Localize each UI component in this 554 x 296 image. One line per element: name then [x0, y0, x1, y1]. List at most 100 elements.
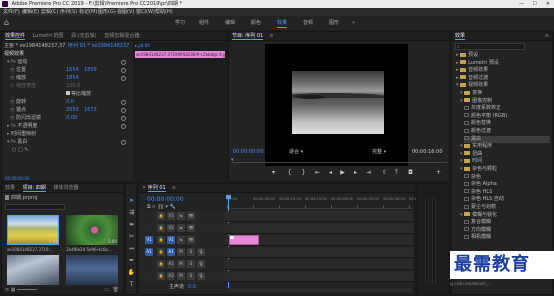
eye-icon[interactable]: 👁 [187, 212, 195, 220]
effects-tree-item[interactable]: ▾ 视频效果 [456, 82, 488, 89]
lock-icon[interactable]: 🔒 [157, 260, 165, 268]
timeline-track[interactable]: 🔒 A1 M S 🎙 A1 [139, 247, 414, 258]
time-remap-row[interactable]: ▸ 时间重映射 [7, 131, 36, 138]
panel-menu-icon[interactable]: ≡ [545, 32, 549, 40]
selection-tool-icon[interactable]: ➤ [127, 196, 136, 205]
menu-item[interactable]: 视图(V) [117, 8, 134, 16]
effects-tree-item[interactable]: 复合模糊 [464, 219, 491, 226]
tab-project[interactable]: 项目: 四期 [22, 185, 46, 192]
mark-out-icon[interactable]: } [299, 168, 308, 177]
solo-button[interactable]: S [187, 272, 195, 280]
new-bin-icon[interactable]: ▭ [104, 287, 109, 294]
track-select-icon[interactable]: ⇶ [127, 208, 136, 217]
effects-tree-item[interactable]: 灰度系数校正 [464, 105, 501, 112]
home-icon[interactable]: ⌂ [4, 18, 9, 27]
panel-menu-icon[interactable]: ≡ [269, 33, 273, 39]
source-patch-toggle[interactable]: A1 [145, 248, 153, 256]
pen-mask-icon[interactable]: ✎ [24, 147, 28, 153]
effects-tree-item[interactable]: ▾ 杂色与颗粒 [460, 166, 497, 173]
mic-icon[interactable]: 🎙 [197, 272, 205, 280]
sequence-tab[interactable]: 序列 01 [147, 185, 166, 192]
minimize-button[interactable]: — [519, 0, 524, 8]
track-name[interactable]: A3 [167, 272, 175, 280]
marker-icon[interactable]: ▾ [165, 204, 168, 210]
lock-icon[interactable]: 🔒 [157, 272, 165, 280]
menu-item[interactable]: 标记(M) [79, 8, 97, 16]
solo-button[interactable]: S [187, 248, 195, 256]
flicker-reset-icon[interactable] [121, 116, 126, 121]
solo-button[interactable]: S [187, 260, 195, 268]
close-button[interactable]: ✕ [546, 0, 550, 8]
master-track[interactable]: 主声道 0.0 [139, 283, 225, 291]
track-name[interactable]: A2 [167, 260, 175, 268]
workspace-audio[interactable]: 音频 [303, 19, 313, 27]
button-editor-icon[interactable]: + [434, 168, 443, 177]
panel-menu-icon[interactable]: ≡ [172, 185, 176, 191]
effects-tree-item[interactable]: ▾ 模糊与锐化 [460, 212, 497, 219]
settings-wrench-icon[interactable]: 🔧 [170, 204, 176, 210]
opacity-row[interactable]: ▸ fx 不透明度 [7, 123, 37, 130]
type-tool-icon[interactable]: T [127, 280, 136, 289]
position-reset-icon[interactable] [121, 68, 126, 73]
sync-lock-icon[interactable]: ⇆ [177, 236, 185, 244]
go-to-in-icon[interactable]: ⇤ [313, 168, 322, 177]
go-to-out-icon[interactable]: ⇥ [364, 168, 373, 177]
track-name[interactable]: V2 [167, 224, 175, 232]
effects-tree-item[interactable]: 杂色 [464, 174, 481, 181]
menu-item[interactable]: 文件(F) [3, 8, 20, 16]
position-y-value[interactable]: 1859 [84, 67, 97, 74]
tab-effects[interactable]: 效果 [5, 185, 15, 191]
project-search-input[interactable] [5, 204, 65, 210]
master-volume-value[interactable]: 0.0 [188, 284, 196, 290]
lock-icon[interactable]: 🔒 [157, 248, 165, 256]
lift-icon[interactable]: ⇧ [380, 168, 389, 177]
more-workspaces-icon[interactable]: » [352, 20, 355, 26]
maximize-button[interactable]: ☐ [533, 0, 537, 8]
menu-item[interactable]: 窗口(W) [136, 8, 155, 16]
zoom-fit-select[interactable]: 适合 ▾ [289, 149, 303, 156]
timeline-ruler[interactable]: 00:00 00:00:05:00 00:00:10:00 00:00:15:00 00… [227, 195, 431, 209]
icon-view-icon[interactable]: ▦ [11, 287, 16, 293]
timeline-track[interactable]: 🔒 V1 ⇆ 👁 V1 [139, 235, 414, 246]
workspace-color[interactable]: 颜色 [251, 19, 261, 27]
effects-tree-item[interactable]: ▸ Lumetri 预设 [456, 60, 499, 67]
program-scrubber[interactable]: ▾ [231, 158, 447, 163]
effects-tree-item[interactable]: 方向模糊 [464, 227, 491, 234]
tab-lumetri-scopes[interactable]: Lumetri 范围 [33, 33, 64, 39]
effects-tree-item[interactable]: ▾ 扭曲 [460, 151, 482, 158]
lock-icon[interactable]: 🔒 [157, 224, 165, 232]
sync-lock-icon[interactable]: ⇆ [177, 212, 185, 220]
clip-thumbnail-3[interactable] [7, 255, 59, 285]
flicker-value[interactable]: 0.00 [66, 115, 77, 122]
list-view-icon[interactable]: ≡ [5, 287, 9, 293]
step-forward-icon[interactable]: ▸ [351, 168, 360, 177]
timeline-track[interactable]: 🔒 V3 ⇆ 👁 [139, 211, 414, 222]
workspace-effects[interactable]: 效果 [277, 19, 288, 28]
program-viewer[interactable] [265, 44, 408, 166]
play-icon[interactable]: ▶ [338, 168, 347, 177]
effects-tree-item[interactable]: 杂色 HLS 自动 [464, 196, 504, 203]
mini-clip-bar[interactable]: xe1984148237,37199958246/9-c2bbdgc-4.jpg [135, 51, 225, 58]
timeline-track[interactable]: 🔒 A2 M S 🎙 [139, 259, 414, 270]
lock-icon[interactable]: 🔒 [157, 236, 165, 244]
uniform-scale-row[interactable]: 等比缩放 [66, 91, 91, 98]
scale-reset-icon[interactable] [121, 76, 126, 81]
effects-search-input[interactable]: ⌕ [455, 43, 525, 50]
effects-tree-item[interactable]: 颜色过渡 [464, 128, 491, 135]
menu-item[interactable]: 图形(G) [98, 8, 116, 16]
zoom-slider[interactable] [17, 289, 38, 290]
mic-icon[interactable]: 🎙 [197, 260, 205, 268]
mic-icon[interactable]: 🎙 [197, 248, 205, 256]
sequence-clip-label[interactable]: 序列 01 * xe1984148237,… [68, 43, 130, 50]
trash-icon[interactable]: 🗑 [113, 287, 119, 294]
effects-title[interactable]: 效果 [455, 33, 466, 40]
workspace-assembly[interactable]: 组件 [199, 19, 209, 27]
playhead-marker[interactable]: ▾ [231, 158, 234, 163]
position-x-value[interactable]: 1654 [66, 67, 79, 74]
timeline-timecode[interactable]: 00:00:00:00 [147, 196, 184, 203]
track-name[interactable]: V1 [167, 236, 175, 244]
workspace-editing[interactable]: 编辑 [225, 19, 235, 27]
effects-tree-item[interactable]: ▸ 预设 [456, 52, 478, 59]
menu-item[interactable]: 帮助(H) [155, 8, 173, 16]
extract-icon[interactable]: ⤒ [392, 168, 401, 177]
